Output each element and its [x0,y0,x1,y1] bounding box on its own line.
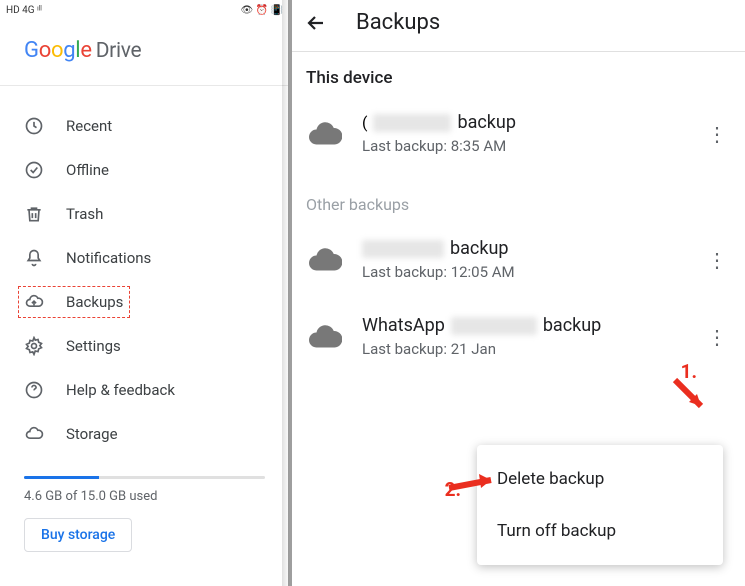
section-this-device: This device [290,52,745,102]
gear-icon [24,336,44,356]
sidebar-item-offline[interactable]: Offline [0,148,289,192]
sidebar-item-recent[interactable]: Recent [0,104,289,148]
nav-label: Trash [66,205,103,223]
nav-label: Help & feedback [66,381,175,399]
back-arrow-icon[interactable] [304,11,328,35]
cloud-icon [306,248,342,272]
bell-icon [24,248,44,268]
cloud-icon [306,325,342,349]
trash-icon [24,204,44,224]
backup-name: backup [450,238,508,259]
cloud-icon [306,122,342,146]
nav-label: Offline [66,161,109,179]
redacted-text [451,317,537,335]
more-icon[interactable]: ⋮ [705,248,729,272]
pane-splitter[interactable] [288,0,292,586]
clock-icon [24,116,44,136]
storage-usage-text: 4.6 GB of 15.0 GB used [24,489,265,504]
menu-delete-backup[interactable]: Delete backup [477,453,723,505]
storage-fill [24,476,99,479]
backup-subtitle: Last backup: 12:05 AM [362,263,685,281]
more-icon[interactable]: ⋮ [705,325,729,349]
sidebar-item-notifications[interactable]: Notifications [0,236,289,280]
menu-turn-off-backup[interactable]: Turn off backup [477,505,723,557]
storage-section: 4.6 GB of 15.0 GB used Buy storage [0,476,289,552]
nav-label: Notifications [66,249,151,267]
help-icon [24,380,44,400]
logo-letter: G [24,38,39,63]
sidebar-item-help[interactable]: Help & feedback [0,368,289,412]
nav-label: Settings [66,337,121,355]
nav-label: Storage [66,425,118,443]
sidebar: HD 4G ᶦˡˡ 👁 ⏰ 📳 GoogleDrive Recent Offli… [0,0,290,586]
nav-label: Backups [66,293,123,311]
backup-prefix: WhatsApp [362,315,445,336]
logo-drive: Drive [96,39,142,63]
backup-subtitle: Last backup: 21 Jan [362,340,685,358]
cloud-up-icon [24,292,44,312]
header: Backups [290,0,745,51]
sidebar-item-settings[interactable]: Settings [0,324,289,368]
offline-icon [24,160,44,180]
page-title: Backups [356,10,440,35]
logo-letter: e [80,38,91,63]
status-hd-icon: HD 4G ᶦˡˡ [6,5,42,16]
nav-list: Recent Offline Trash Notifications Backu… [0,86,289,474]
sidebar-item-trash[interactable]: Trash [0,192,289,236]
status-icons: 👁 ⏰ 📳 [240,5,283,16]
backup-row[interactable]: backup Last backup: 12:05 AM ⋮ [290,228,745,305]
storage-bar [24,476,265,479]
buy-storage-button[interactable]: Buy storage [24,518,132,552]
sidebar-item-storage[interactable]: Storage [0,412,289,456]
context-menu: Delete backup Turn off backup [477,445,723,565]
logo-letter: o [51,38,63,63]
backup-row[interactable]: WhatsApp backup Last backup: 21 Jan ⋮ [290,305,745,382]
sidebar-item-backups[interactable]: Backups [0,280,289,324]
cloud-icon [24,424,44,444]
backup-name: backup [543,315,601,336]
backup-name: backup [457,112,515,133]
app-logo: GoogleDrive [0,18,289,85]
nav-label: Recent [66,117,112,135]
redacted-text [373,114,451,132]
status-bar: HD 4G ᶦˡˡ 👁 ⏰ 📳 [0,0,289,18]
backup-row[interactable]: ( backup Last backup: 8:35 AM ⋮ [290,102,745,179]
redacted-text [362,240,444,258]
backup-subtitle: Last backup: 8:35 AM [362,137,685,155]
section-other-backups: Other backups [290,179,745,228]
more-icon[interactable]: ⋮ [705,122,729,146]
redacted-text: ( [362,113,367,132]
logo-letter: g [63,38,75,63]
logo-letter: o [39,38,51,63]
